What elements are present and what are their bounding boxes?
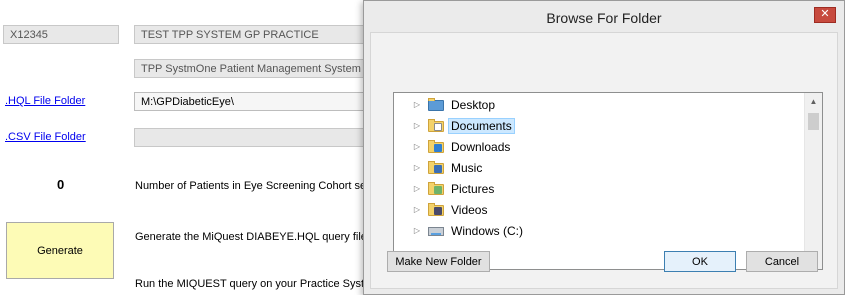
generate-description: Generate the MiQuest DIABEYE.HQL query f… (135, 231, 367, 243)
tree-scrollbar[interactable]: ▲ ▼ (804, 93, 822, 269)
folder-tree[interactable]: ▷ Desktop ▷ Documents ▷ Downloads ▷ Musi… (393, 92, 823, 270)
tree-item-documents[interactable]: ▷ Documents (394, 116, 806, 136)
tree-item-desktop[interactable]: ▷ Desktop (394, 95, 806, 115)
system-name-field[interactable]: TPP SystmOne Patient Management System (134, 59, 374, 78)
generate-button[interactable]: Generate (6, 222, 114, 279)
desktop-folder-icon (428, 98, 445, 112)
expand-arrow-icon[interactable]: ▷ (412, 95, 422, 115)
generate-button-label: Generate (37, 244, 83, 257)
close-icon[interactable]: ✕ (814, 7, 836, 23)
tree-item-videos[interactable]: ▷ Videos (394, 200, 806, 220)
cancel-button[interactable]: Cancel (746, 251, 818, 272)
tree-item-label: Downloads (451, 140, 511, 154)
browse-folder-dialog: Browse For Folder ✕ ▷ Desktop ▷ Document… (363, 0, 845, 295)
make-new-folder-button[interactable]: Make New Folder (387, 251, 490, 272)
tree-item-label: Videos (451, 203, 488, 217)
scroll-thumb[interactable] (808, 113, 819, 130)
csv-folder-link[interactable]: .CSV File Folder (5, 131, 86, 143)
dialog-title: Browse For Folder (546, 10, 662, 26)
videos-folder-icon (428, 203, 445, 217)
pictures-folder-icon (428, 182, 445, 196)
tree-item-label: Desktop (451, 98, 496, 112)
tree-item-label: Documents (448, 118, 515, 134)
scroll-up-icon[interactable]: ▲ (805, 93, 822, 110)
dialog-body: ▷ Desktop ▷ Documents ▷ Downloads ▷ Musi… (370, 32, 838, 289)
cancel-label: Cancel (764, 255, 800, 268)
downloads-folder-icon (428, 140, 445, 154)
ok-label: OK (692, 255, 708, 268)
patient-count-label: Number of Patients in Eye Screening Coho… (135, 180, 376, 192)
expand-arrow-icon[interactable]: ▷ (412, 221, 422, 241)
tree-item-pictures[interactable]: ▷ Pictures (394, 179, 806, 199)
hql-path-field[interactable]: M:\GPDiabeticEye\ (134, 92, 374, 111)
drive-icon (428, 224, 445, 238)
csv-path-field[interactable] (134, 128, 374, 147)
expand-arrow-icon[interactable]: ▷ (412, 158, 422, 178)
documents-folder-icon (428, 119, 445, 133)
tree-item-label: Music (451, 161, 483, 175)
expand-arrow-icon[interactable]: ▷ (412, 200, 422, 220)
hql-folder-link[interactable]: .HQL File Folder (5, 95, 85, 107)
practice-name-field[interactable]: TEST TPP SYSTEM GP PRACTICE (134, 25, 374, 44)
tree-item-label: Windows (C:) (451, 224, 524, 238)
ok-button[interactable]: OK (664, 251, 736, 272)
expand-arrow-icon[interactable]: ▷ (412, 179, 422, 199)
music-folder-icon (428, 161, 445, 175)
run-query-description: Run the MIQUEST query on your Practice S… (135, 278, 371, 290)
tree-item-label: Pictures (451, 182, 495, 196)
tree-item-windows-c[interactable]: ▷ Windows (C:) (394, 221, 806, 241)
patient-count: 0 (57, 177, 65, 192)
expand-arrow-icon[interactable]: ▷ (412, 116, 422, 136)
practice-code-field[interactable]: X12345 (3, 25, 119, 44)
make-new-folder-label: Make New Folder (395, 255, 482, 268)
tree-item-music[interactable]: ▷ Music (394, 158, 806, 178)
expand-arrow-icon[interactable]: ▷ (412, 137, 422, 157)
tree-item-downloads[interactable]: ▷ Downloads (394, 137, 806, 157)
